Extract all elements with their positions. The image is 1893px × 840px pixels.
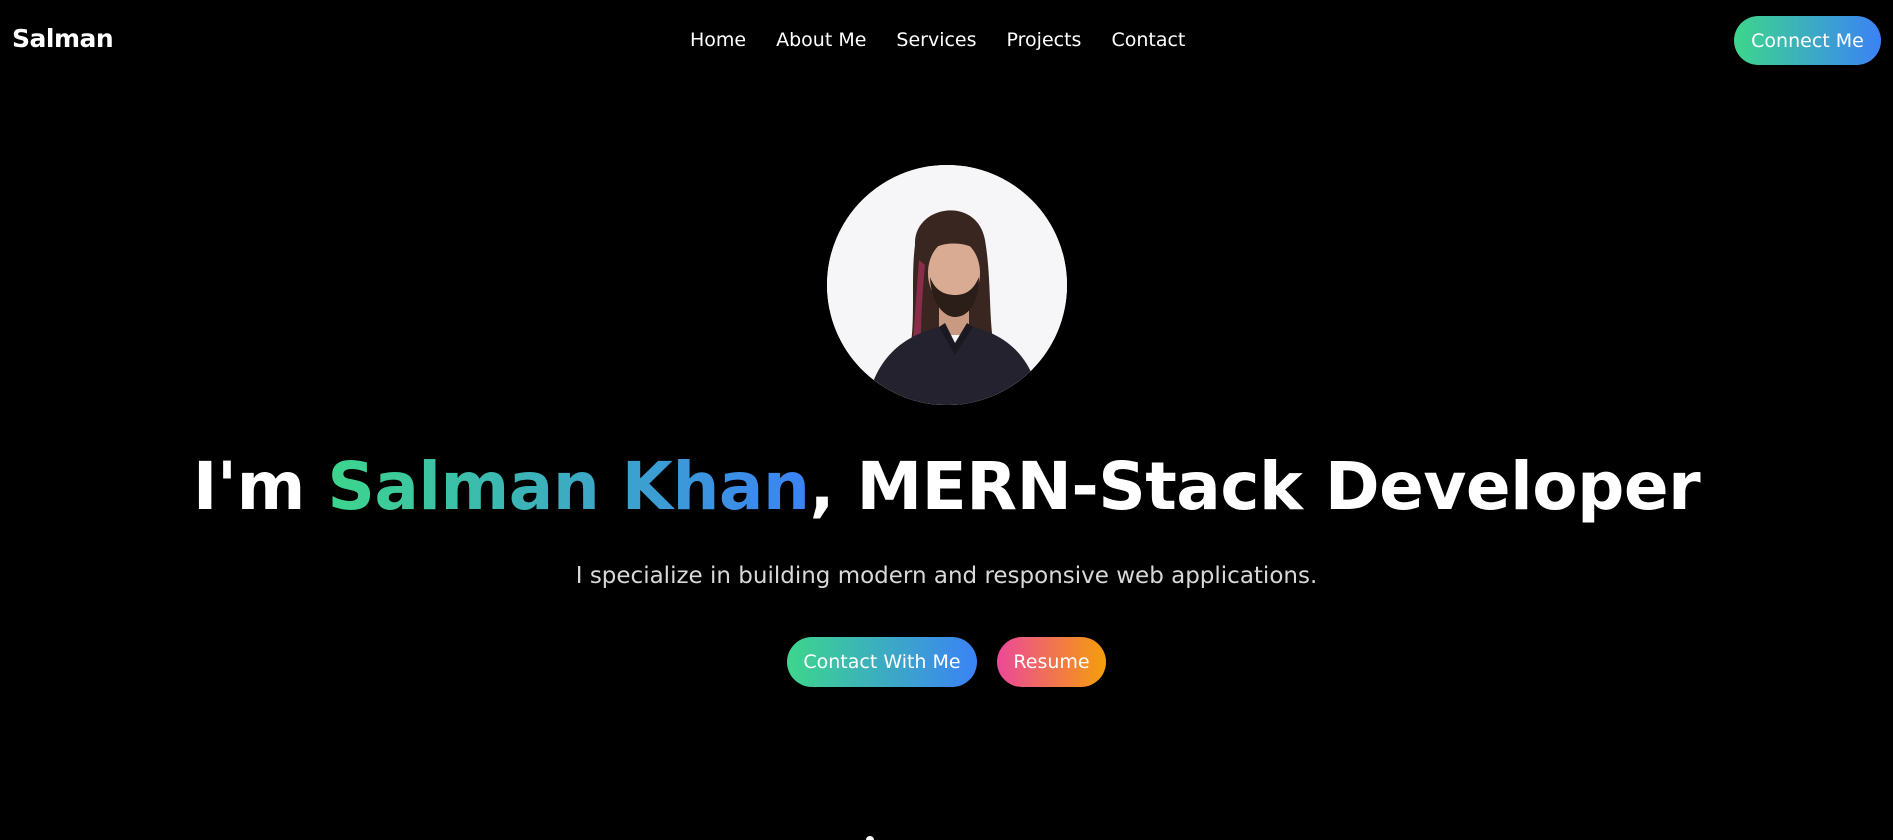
brand-logo[interactable]: Salman bbox=[12, 24, 114, 53]
profile-avatar bbox=[827, 165, 1067, 405]
hero-tagline: I specialize in building modern and resp… bbox=[575, 563, 1318, 589]
profile-photo-illustration bbox=[827, 165, 1067, 405]
hero-headline: I'm Salman Khan, MERN-Stack Developer bbox=[0, 448, 1893, 525]
nav-link-home[interactable]: Home bbox=[690, 29, 746, 51]
headline-suffix: , MERN-Stack Developer bbox=[809, 448, 1701, 525]
contact-with-me-button[interactable]: Contact With Me bbox=[787, 637, 977, 687]
hero-actions: Contact With Me Resume bbox=[787, 637, 1106, 687]
nav-link-about[interactable]: About Me bbox=[776, 29, 866, 51]
nav-link-services[interactable]: Services bbox=[896, 29, 976, 51]
nav-links: Home About Me Services Projects Contact bbox=[690, 29, 1185, 51]
headline-prefix: I'm bbox=[192, 448, 328, 525]
headline-name: Salman Khan bbox=[327, 448, 810, 525]
scroll-indicator bbox=[866, 836, 874, 840]
navbar: Salman Home About Me Services Projects C… bbox=[0, 0, 1893, 82]
connect-me-button[interactable]: Connect Me bbox=[1734, 16, 1881, 65]
resume-button[interactable]: Resume bbox=[997, 637, 1106, 687]
nav-link-contact[interactable]: Contact bbox=[1111, 29, 1185, 51]
portfolio-page: Salman Home About Me Services Projects C… bbox=[0, 0, 1893, 840]
nav-link-projects[interactable]: Projects bbox=[1007, 29, 1082, 51]
